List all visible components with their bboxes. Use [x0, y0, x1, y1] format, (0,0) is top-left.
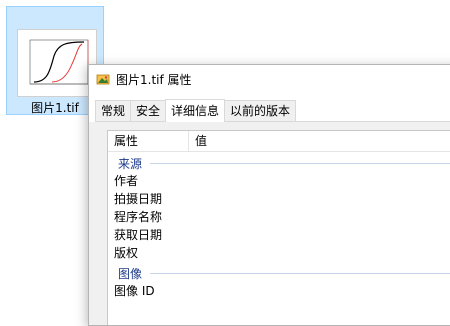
dialog-titlebar[interactable]: 图片1.tif 属性 — [89, 65, 450, 93]
list-item-image-id[interactable]: 图像 ID — [108, 282, 450, 300]
list-item-author[interactable]: 作者 — [108, 172, 450, 190]
list-item-program-name[interactable]: 程序名称 — [108, 208, 450, 226]
list-item-copyright[interactable]: 版权 — [108, 244, 450, 262]
tab-general[interactable]: 常规 — [95, 100, 132, 121]
list-item-date-taken[interactable]: 拍摄日期 — [108, 190, 450, 208]
column-header-property[interactable]: 属性 — [108, 131, 189, 151]
properties-list[interactable]: 属性 值 来源 作者 拍摄日期 程序名称 获取日期 版权 图像 图像 ID — [107, 130, 450, 325]
group-label-source: 来源 — [118, 156, 143, 171]
chart-thumbnail — [29, 39, 89, 85]
group-header-source: 来源 — [108, 154, 450, 172]
image-file-icon — [96, 72, 110, 86]
dialog-title: 图片1.tif 属性 — [116, 72, 192, 87]
group-header-image: 图像 — [108, 264, 450, 282]
tif-thumbnail-icon — [17, 29, 97, 97]
column-header-value[interactable]: 值 — [189, 131, 450, 151]
tab-strip: 常规 安全 详细信息 以前的版本 — [95, 99, 450, 122]
group-divider — [150, 162, 450, 164]
list-item-date-acquired[interactable]: 获取日期 — [108, 226, 450, 244]
tab-details[interactable]: 详细信息 — [165, 99, 226, 122]
properties-dialog: 图片1.tif 属性 常规 安全 详细信息 以前的版本 属性 值 来源 作者 拍… — [88, 64, 450, 326]
details-panel: 属性 值 来源 作者 拍摄日期 程序名称 获取日期 版权 图像 图像 ID — [89, 122, 450, 325]
tab-previous-versions[interactable]: 以前的版本 — [224, 100, 297, 121]
group-divider — [150, 272, 450, 274]
list-header: 属性 值 — [108, 131, 450, 152]
tab-security[interactable]: 安全 — [130, 100, 167, 121]
group-label-image: 图像 — [118, 266, 143, 281]
